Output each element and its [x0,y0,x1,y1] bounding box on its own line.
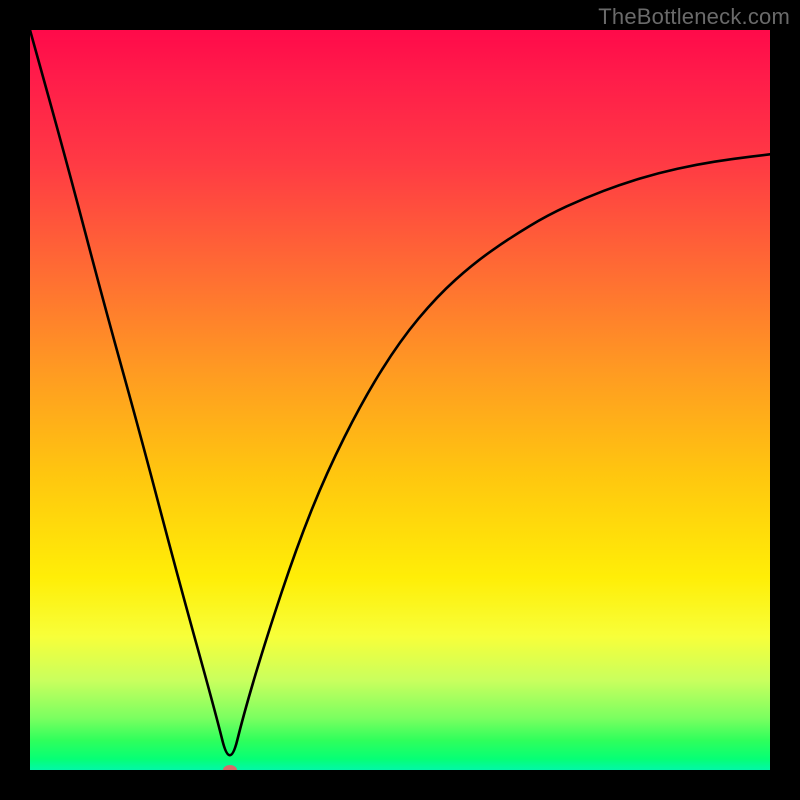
minimum-marker [223,765,237,770]
watermark-text: TheBottleneck.com [598,4,790,30]
plot-area [30,30,770,770]
chart-frame: TheBottleneck.com [0,0,800,800]
bottleneck-curve [30,30,770,770]
